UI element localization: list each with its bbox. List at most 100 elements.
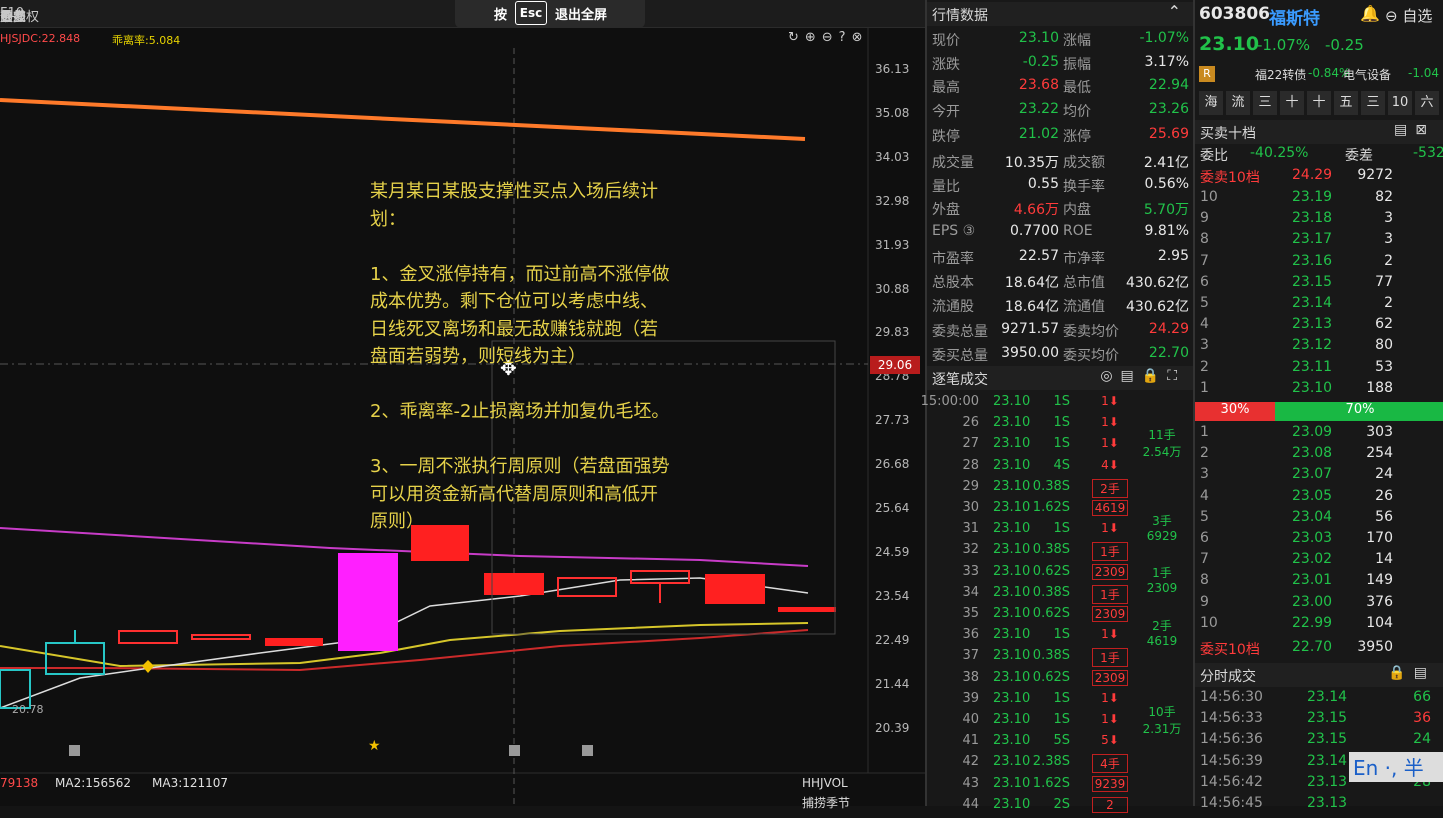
price-tick: 36.13 [875,62,910,76]
tick-time: 26 [962,415,979,431]
quote-value: 9271.57 [1001,321,1059,338]
minute-icons[interactable]: 🔒▤ [1388,665,1435,681]
depth-price: 23.04 [1292,508,1333,525]
tick-row: 43 23.10 1.62S 9239 [927,775,1192,797]
bond-name[interactable]: 福22转债 [1255,66,1306,83]
price-tick: 21.44 [875,676,910,691]
chart-controls[interactable]: ↻⊕⊖?⊗ [788,30,868,45]
quote-value: 18.64亿 [1004,275,1059,291]
tick-volume: 1S [1053,627,1070,643]
tab-8[interactable]: 六 [1415,91,1439,115]
tick-time: 38 [962,669,979,685]
add-favorite-button[interactable]: ⊖ 自选 [1385,5,1432,26]
tick-price: 23.10 [993,796,1031,812]
vol-ma1: 79138 [0,776,39,790]
quote-row: 涨跌 -0.25 振幅 3.17% [927,54,1195,78]
depth-volume: 77 [1375,273,1393,290]
tick-price: 23.10 [993,754,1031,770]
tick-row: 29 23.10 0.38S 2手 [927,478,1192,500]
depth-volume: 376 [1366,593,1393,610]
sector-name[interactable]: 电气设备 [1343,66,1391,83]
price-tick: 26.68 [875,457,910,472]
group-lots: 10手 [1148,705,1176,719]
depth-price: 23.08 [1292,445,1333,462]
depth-panel: 603806 福斯特 🔔 ⊖ 自选 23.10 -1.07% -0.25 R 福… [1193,0,1443,811]
press-label: 按 [494,8,508,23]
tick-time: 33 [962,563,979,579]
depth-volume: 254 [1366,445,1393,462]
ime-indicator[interactable]: En ·, 半 [1349,752,1443,782]
r-tag: R [1199,66,1215,82]
tick-row: 44 23.10 2S 2 [927,796,1192,818]
tick-volume: 0.62S [1032,669,1070,685]
tab-2[interactable]: 三 [1253,91,1277,115]
tick-volume: 0.38S [1032,584,1070,600]
quote-label: 今开 [932,103,960,120]
stock-pct: -1.07% [1257,36,1311,54]
tick-price: 23.10 [993,436,1031,452]
tab-6[interactable]: 三 [1361,91,1385,115]
tick-price: 23.10 [993,500,1031,515]
quote-value: -0.25 [1022,53,1059,70]
collapse-icon[interactable]: ⌃ [1168,2,1181,21]
cursor-price-label: 29.06 [870,356,920,374]
vol-indicator-name[interactable]: HHJVOL [802,776,848,790]
quote-label: 最低 [1063,80,1091,97]
tab-1[interactable]: 流 [1226,91,1250,115]
depth-level: 2 [1200,358,1209,375]
quote-value: 2.41亿 [1143,155,1189,171]
tick-bs: 1⬇ [1101,415,1119,430]
price-tick: 25.64 [875,501,910,515]
ticks-toolbar-icons[interactable]: ◎▤🔒⛶ [1100,368,1185,384]
depth-tabs: 海流三十十五三 10 六 [1195,91,1443,115]
price-tick: 22.49 [875,632,910,647]
quote-value: 24.29 [1148,321,1189,338]
tab-0[interactable]: 海 [1199,91,1223,115]
orderbook-icons[interactable]: ▤⊠ [1394,122,1435,138]
buy-ratio: 70% [1275,402,1443,421]
quote-value: 4.66万 [1013,202,1059,219]
quote-row: 最高 23.68 最低 22.94 [927,77,1195,101]
depth-level: 5 [1200,508,1209,525]
tick-group: 10手 2.31万 [1140,703,1184,737]
depth-level: 6 [1200,273,1209,290]
quote-row: 量比 0.55 换手率 0.56% [927,176,1195,200]
minute-row: 14:56:33 23.15 36 [1195,710,1443,731]
depth-volume: 62 [1375,316,1393,333]
tick-bs: 2309 [1092,563,1128,580]
depth-row: 2 23.11 53 [1195,359,1443,380]
tick-volume: 4S [1053,457,1070,473]
tab-7[interactable]: 10 [1388,91,1412,115]
tick-volume: 1S [1053,690,1070,706]
tab-4[interactable]: 十 [1307,91,1331,115]
depth-level: 5 [1200,295,1209,311]
tab-3[interactable]: 十 [1280,91,1304,115]
quote-value: 18.64亿 [1004,298,1059,315]
tick-bs: 2309 [1092,669,1128,686]
quote-label: 流通股 [932,298,974,315]
price-tick: 23.54 [875,588,910,603]
tick-bs: 4619 [1092,500,1128,516]
depth-price: 23.03 [1292,530,1333,546]
quote-label: 外盘 [932,202,960,219]
esc-key: Esc [515,1,547,25]
tick-volume: 0.38S [1032,648,1070,664]
quote-label: 内盘 [1063,202,1091,219]
depth-price: 23.16 [1292,252,1333,269]
depth-row: 6 23.03 170 [1195,530,1443,551]
quote-label: 成交额 [1063,155,1105,171]
quote-label: 涨停 [1063,129,1091,146]
expand-icon[interactable]: » [0,3,10,22]
quote-row: 外盘 4.66万 内盘 5.70万 [927,199,1195,223]
tab-5[interactable]: 五 [1334,91,1358,115]
quote-label: 量比 [932,178,960,195]
tick-volume: 1S [1053,521,1070,537]
tick-price: 23.10 [993,648,1031,664]
depth-row: 9 23.18 3 [1195,210,1443,231]
bell-icon[interactable]: 🔔 [1360,4,1380,23]
sell-ratio: 30% [1195,402,1275,421]
depth-volume: 303 [1366,424,1393,440]
minute-title: 分时成交 [1200,669,1256,685]
quote-label: 委买均价 [1063,347,1119,364]
sub-indicator-name[interactable]: 捕捞季节 [802,794,850,811]
